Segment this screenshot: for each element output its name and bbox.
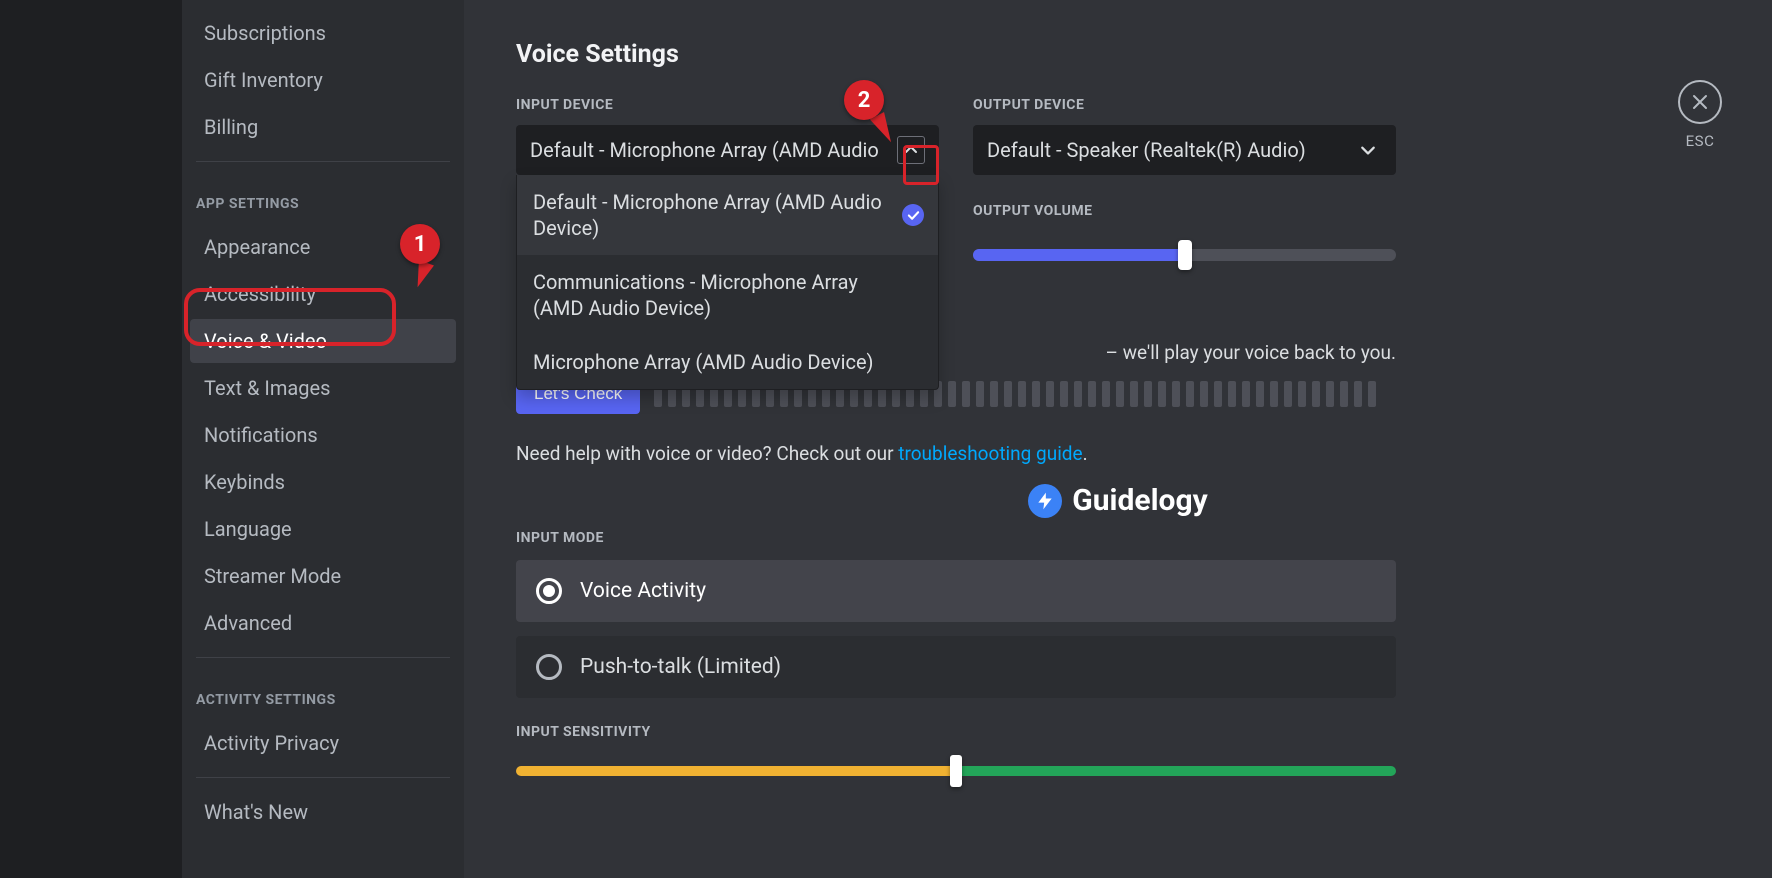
input-sensitivity-slider[interactable] (516, 766, 1396, 776)
left-gutter (0, 0, 182, 878)
meter-bar (1172, 381, 1180, 407)
sensitivity-thumb[interactable] (950, 755, 962, 787)
sidebar-item-activity-privacy[interactable]: Activity Privacy (190, 721, 456, 765)
meter-bar (1256, 381, 1264, 407)
meter-bar (1242, 381, 1250, 407)
input-option-communications[interactable]: Communications - Microphone Array (AMD A… (517, 255, 938, 335)
radio-icon (536, 578, 562, 604)
meter-bar (1270, 381, 1278, 407)
radio-label: Push-to-talk (Limited) (580, 655, 781, 679)
chevron-down-icon (1354, 136, 1382, 164)
troubleshooting-link[interactable]: troubleshooting guide (898, 442, 1082, 465)
meter-bar (1214, 381, 1222, 407)
meter-bar (962, 381, 970, 407)
sidebar-header-app-settings: APP SETTINGS (182, 174, 464, 222)
meter-bar (1144, 381, 1152, 407)
slider-fill (973, 249, 1185, 261)
meter-bar (1032, 381, 1040, 407)
divider (196, 777, 450, 778)
mic-test-hint-tail: – we'll play your voice back to you. (1106, 341, 1396, 364)
output-device-select[interactable]: Default - Speaker (Realtek(R) Audio) (973, 125, 1396, 175)
radio-label: Voice Activity (580, 579, 706, 603)
sidebar-item-whats-new[interactable]: What's New (190, 790, 456, 834)
input-option-label: Microphone Array (AMD Audio Device) (533, 350, 874, 374)
input-option-mic-array[interactable]: Microphone Array (AMD Audio Device) (517, 335, 938, 389)
watermark-text: Guidelogy (1072, 483, 1207, 518)
meter-bar (1102, 381, 1110, 407)
help-suffix: . (1083, 442, 1088, 465)
meter-bar (1284, 381, 1292, 407)
meter-bar (1228, 381, 1236, 407)
meter-bar (1298, 381, 1306, 407)
input-sensitivity-label: INPUT SENSITIVITY (516, 724, 1396, 740)
meter-bar (1340, 381, 1348, 407)
output-volume-slider[interactable] (973, 249, 1396, 261)
sidebar-item-text-images[interactable]: Text & Images (190, 366, 456, 410)
meter-bar (1004, 381, 1012, 407)
output-volume-label: OUTPUT VOLUME (973, 203, 1396, 219)
meter-bar (1186, 381, 1194, 407)
help-prefix: Need help with voice or video? Check out… (516, 442, 898, 465)
meter-bar (976, 381, 984, 407)
divider (196, 657, 450, 658)
settings-sidebar: Subscriptions Gift Inventory Billing APP… (182, 0, 464, 878)
main-panel: ESC Voice Settings INPUT DEVICE Default … (464, 0, 1772, 878)
sidebar-item-streamer-mode[interactable]: Streamer Mode (190, 554, 456, 598)
close-icon (1690, 92, 1710, 112)
sidebar-item-language[interactable]: Language (190, 507, 456, 551)
bolt-icon (1028, 484, 1062, 518)
close-label: ESC (1678, 132, 1722, 150)
meter-bar (1116, 381, 1124, 407)
sidebar-header-activity-settings: ACTIVITY SETTINGS (182, 670, 464, 718)
meter-bar (1046, 381, 1054, 407)
input-mode-push-to-talk[interactable]: Push-to-talk (Limited) (516, 636, 1396, 698)
meter-bar (1088, 381, 1096, 407)
sidebar-item-billing[interactable]: Billing (190, 105, 456, 149)
close-button[interactable] (1678, 80, 1722, 124)
meter-bar (1312, 381, 1320, 407)
meter-bar (1074, 381, 1082, 407)
sidebar-item-notifications[interactable]: Notifications (190, 413, 456, 457)
meter-bar (948, 381, 956, 407)
meter-bar (990, 381, 998, 407)
input-device-dropdown: Default - Microphone Array (AMD Audio De… (516, 175, 939, 390)
sidebar-item-keybinds[interactable]: Keybinds (190, 460, 456, 504)
meter-bar (1354, 381, 1362, 407)
sidebar-item-voice-video[interactable]: Voice & Video (190, 319, 456, 363)
input-mode-voice-activity[interactable]: Voice Activity (516, 560, 1396, 622)
input-option-label: Communications - Microphone Array (AMD A… (533, 270, 858, 320)
meter-bar (1326, 381, 1334, 407)
output-device-value: Default - Speaker (Realtek(R) Audio) (987, 138, 1354, 162)
output-device-col: OUTPUT DEVICE Default - Speaker (Realtek… (973, 97, 1396, 261)
input-option-label: Default - Microphone Array (AMD Audio De… (533, 190, 882, 240)
sidebar-item-gift-inventory[interactable]: Gift Inventory (190, 58, 456, 102)
watermark: Guidelogy (516, 483, 1720, 518)
sidebar-item-advanced[interactable]: Advanced (190, 601, 456, 645)
input-mode-label: INPUT MODE (516, 530, 1396, 546)
meter-bar (1018, 381, 1026, 407)
meter-bar (1130, 381, 1138, 407)
meter-bar (1060, 381, 1068, 407)
check-icon (902, 204, 924, 226)
annotation-badge-1: 1 (400, 224, 440, 264)
slider-thumb[interactable] (1178, 240, 1192, 270)
meter-bar (1368, 381, 1376, 407)
annotation-badge-2: 2 (844, 80, 884, 120)
input-device-select[interactable]: Default - Microphone Array (AMD Audio De… (516, 125, 939, 175)
divider (196, 161, 450, 162)
input-option-default[interactable]: Default - Microphone Array (AMD Audio De… (517, 175, 938, 255)
chevron-up-icon[interactable] (897, 136, 925, 164)
help-line: Need help with voice or video? Check out… (516, 442, 1396, 465)
output-device-label: OUTPUT DEVICE (973, 97, 1396, 113)
input-device-value: Default - Microphone Array (AMD Audio (530, 138, 897, 162)
meter-bar (1158, 381, 1166, 407)
radio-icon (536, 654, 562, 680)
sidebar-item-subscriptions[interactable]: Subscriptions (190, 11, 456, 55)
page-title: Voice Settings (516, 40, 1720, 69)
meter-bar (1200, 381, 1208, 407)
close-wrap: ESC (1678, 80, 1722, 150)
